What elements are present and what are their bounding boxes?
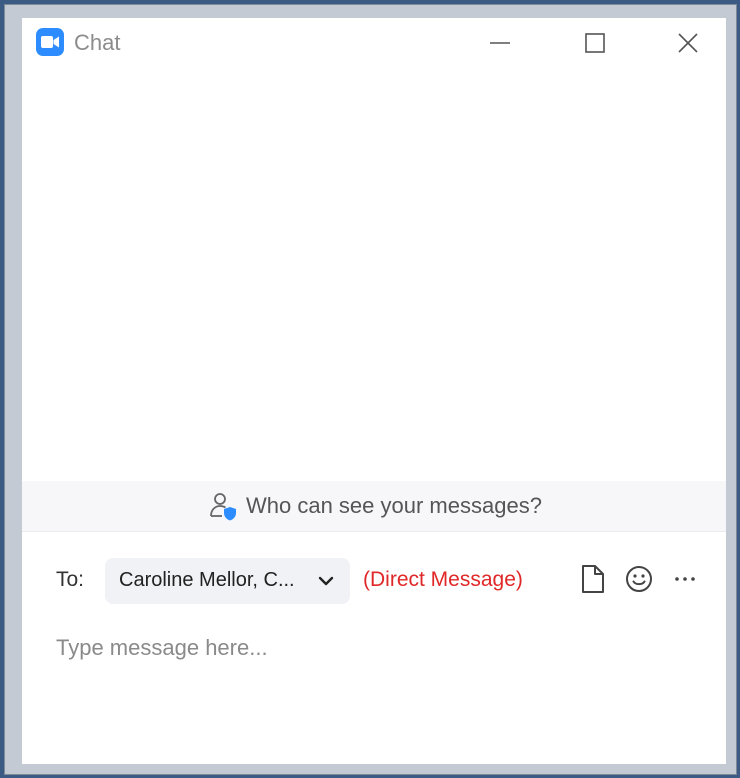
message-type-label: (Direct Message) <box>363 568 523 591</box>
chat-window: Chat Who can see your messages? To: Caro… <box>22 18 726 764</box>
window-title: Chat <box>74 30 121 55</box>
close-icon <box>678 33 698 53</box>
minimize-icon <box>490 42 510 44</box>
minimize-button[interactable] <box>475 18 525 68</box>
title-bar[interactable]: Chat <box>22 18 726 70</box>
maximize-icon <box>585 33 605 53</box>
message-list[interactable] <box>22 70 726 481</box>
privacy-notice[interactable]: Who can see your messages? <box>22 481 726 532</box>
to-label: To: <box>56 568 85 591</box>
recipient-value: Caroline Mellor, C... <box>119 569 295 591</box>
compose-area: To: Caroline Mellor, C... (Direct Messag… <box>22 532 726 764</box>
file-button[interactable] <box>575 562 609 596</box>
window-frame: Chat Who can see your messages? To: Caro… <box>4 4 737 775</box>
more-icon <box>675 577 695 581</box>
privacy-text: Who can see your messages? <box>246 493 542 518</box>
zoom-camera-icon <box>36 28 64 56</box>
maximize-button[interactable] <box>570 18 620 68</box>
message-input[interactable] <box>56 632 696 664</box>
user-shield-icon <box>210 493 236 521</box>
file-icon <box>582 565 604 593</box>
close-button[interactable] <box>663 18 713 68</box>
recipient-dropdown[interactable]: Caroline Mellor, C... <box>105 558 350 604</box>
emoji-icon <box>626 566 652 592</box>
more-button[interactable] <box>668 562 702 596</box>
emoji-button[interactable] <box>622 562 656 596</box>
chevron-down-icon <box>318 576 334 586</box>
